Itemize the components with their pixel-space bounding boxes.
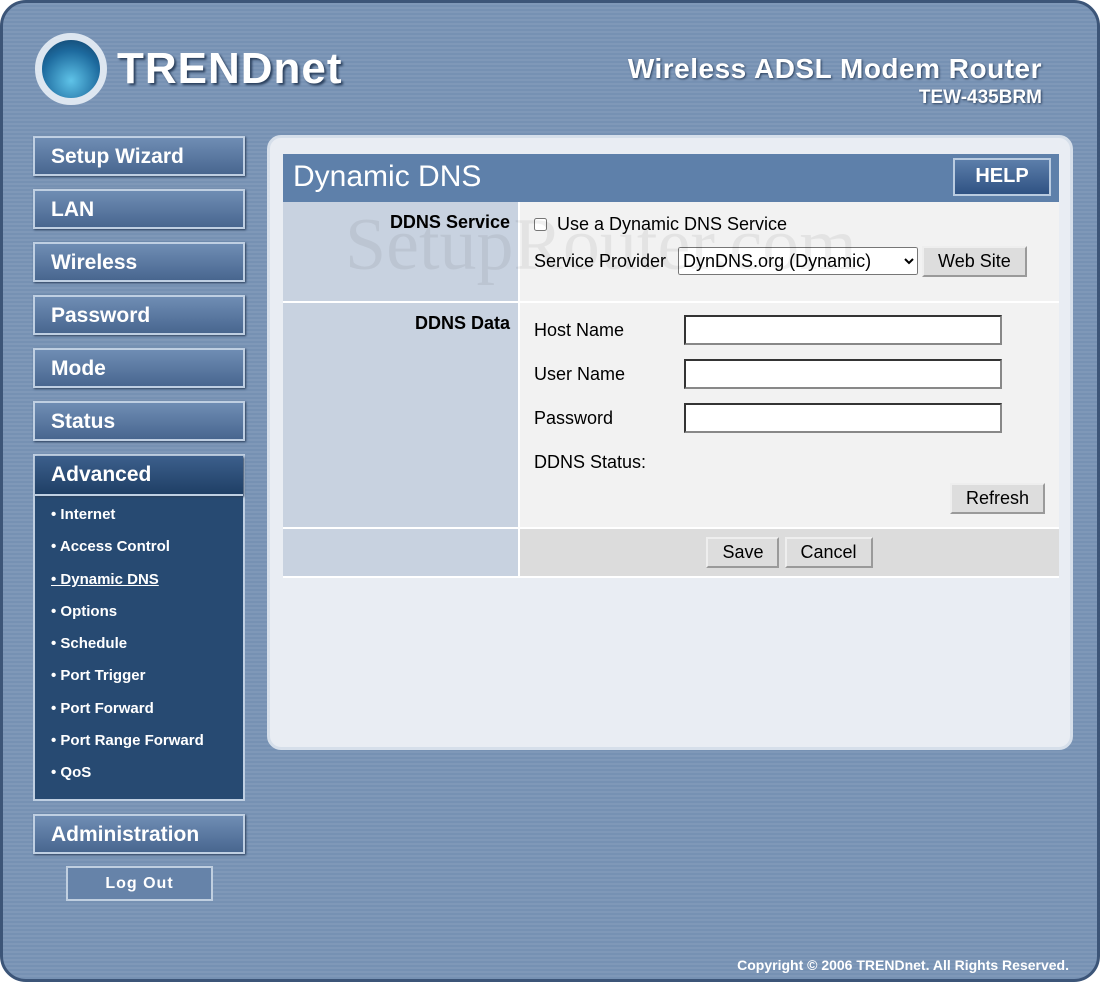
nav-administration[interactable]: Administration [33, 813, 245, 854]
help-button[interactable]: HELP [953, 158, 1051, 196]
refresh-button[interactable]: Refresh [949, 483, 1045, 514]
nav-lan[interactable]: LAN [33, 189, 245, 229]
submenu-item-options[interactable]: • Options [51, 599, 243, 631]
ddns-status-label: DDNS Status: [534, 451, 647, 472]
nav-setup-wizard[interactable]: Setup Wizard [33, 136, 245, 176]
host-name-label: Host Name [534, 319, 625, 340]
user-name-input[interactable] [684, 359, 1002, 389]
use-ddns-checkbox[interactable] [534, 217, 547, 231]
empty-cell [283, 528, 520, 578]
page-title: Dynamic DNS [293, 160, 482, 193]
password-input[interactable] [684, 403, 1002, 433]
submenu-item-qos[interactable]: • QoS [51, 760, 243, 792]
logo-globe-icon [35, 33, 107, 105]
ddns-form: DDNS Service Use a Dynamic DNS Service S… [283, 202, 1059, 578]
web-site-button[interactable]: Web Site [922, 245, 1027, 277]
sidebar-nav: Setup Wizard LAN Wireless Password Mode … [33, 136, 245, 867]
host-name-input[interactable] [684, 315, 1002, 345]
nav-password[interactable]: Password [33, 295, 245, 335]
provider-label: Service Provider [534, 250, 667, 271]
ddns-service-label: DDNS Service [283, 202, 520, 303]
model-number: TEW-435BRM [918, 87, 1042, 108]
logout-button[interactable]: Log Out [66, 866, 213, 901]
cancel-button[interactable]: Cancel [784, 537, 873, 568]
logo-text: TRENDnet [117, 44, 343, 93]
copyright: Copyright © 2006 TRENDnet. All Rights Re… [737, 957, 1069, 973]
user-name-label: User Name [534, 363, 626, 384]
save-button[interactable]: Save [706, 537, 780, 568]
submenu-item-schedule[interactable]: • Schedule [51, 631, 243, 663]
submenu-item-port-forward[interactable]: • Port Forward [51, 696, 243, 728]
submenu-item-access-control[interactable]: • Access Control [51, 534, 243, 566]
trendnet-logo: TRENDnet [35, 33, 343, 105]
password-label: Password [534, 407, 614, 428]
content-panel: Dynamic DNS HELP DDNS Service Use a Dyna… [267, 135, 1073, 750]
submenu-item-internet[interactable]: • Internet [51, 502, 243, 534]
service-provider-select[interactable]: DynDNS.org (Dynamic) [678, 247, 919, 275]
router-frame: TRENDnet Wireless ADSL Modem Router TEW-… [0, 0, 1100, 982]
nav-advanced-group: Advanced • Internet • Access Control • Dyn… [33, 454, 245, 801]
advanced-submenu: • Internet • Access Control • Dynamic DNS •… [35, 496, 243, 799]
nav-wireless[interactable]: Wireless [33, 242, 245, 282]
submenu-item-port-range-forward[interactable]: • Port Range Forward [51, 728, 243, 760]
use-ddns-label: Use a Dynamic DNS Service [557, 213, 788, 234]
nav-mode[interactable]: Mode [33, 348, 245, 388]
ddns-data-label: DDNS Data [283, 302, 520, 529]
page-title-bar: Dynamic DNS HELP [283, 154, 1059, 202]
product-name: Wireless ADSL Modem Router [627, 53, 1042, 84]
submenu-item-port-trigger[interactable]: • Port Trigger [51, 663, 243, 695]
submenu-item-dynamic-dns[interactable]: • Dynamic DNS [51, 567, 243, 599]
product-info: Wireless ADSL Modem Router TEW-435BRM [628, 53, 1042, 109]
nav-status[interactable]: Status [33, 401, 245, 441]
nav-advanced[interactable]: Advanced [35, 456, 243, 496]
